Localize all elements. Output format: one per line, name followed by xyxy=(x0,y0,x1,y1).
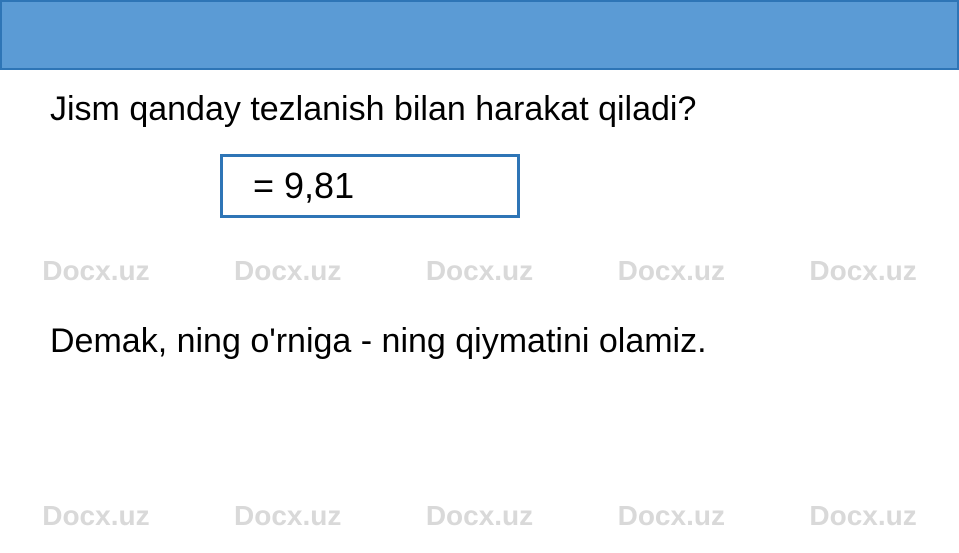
watermark-text: Docx.uz xyxy=(214,500,361,532)
watermark-text: Docx.uz xyxy=(22,500,169,532)
formula-box: = 9,81 xyxy=(220,154,520,218)
watermark-text: Docx.uz xyxy=(406,500,553,532)
watermark-row-3: Docx.uz Docx.uz Docx.uz Docx.uz Docx.uz xyxy=(0,500,959,532)
content-area: Jism qanday tezlanish bilan harakat qila… xyxy=(50,90,909,366)
question-text: Jism qanday tezlanish bilan harakat qila… xyxy=(50,90,909,129)
header-bar xyxy=(0,0,959,70)
watermark-text: Docx.uz xyxy=(789,500,936,532)
conclusion-text: Demak, ning o'rniga - ning qiymatini ola… xyxy=(50,318,890,366)
watermark-text: Docx.uz xyxy=(598,500,745,532)
